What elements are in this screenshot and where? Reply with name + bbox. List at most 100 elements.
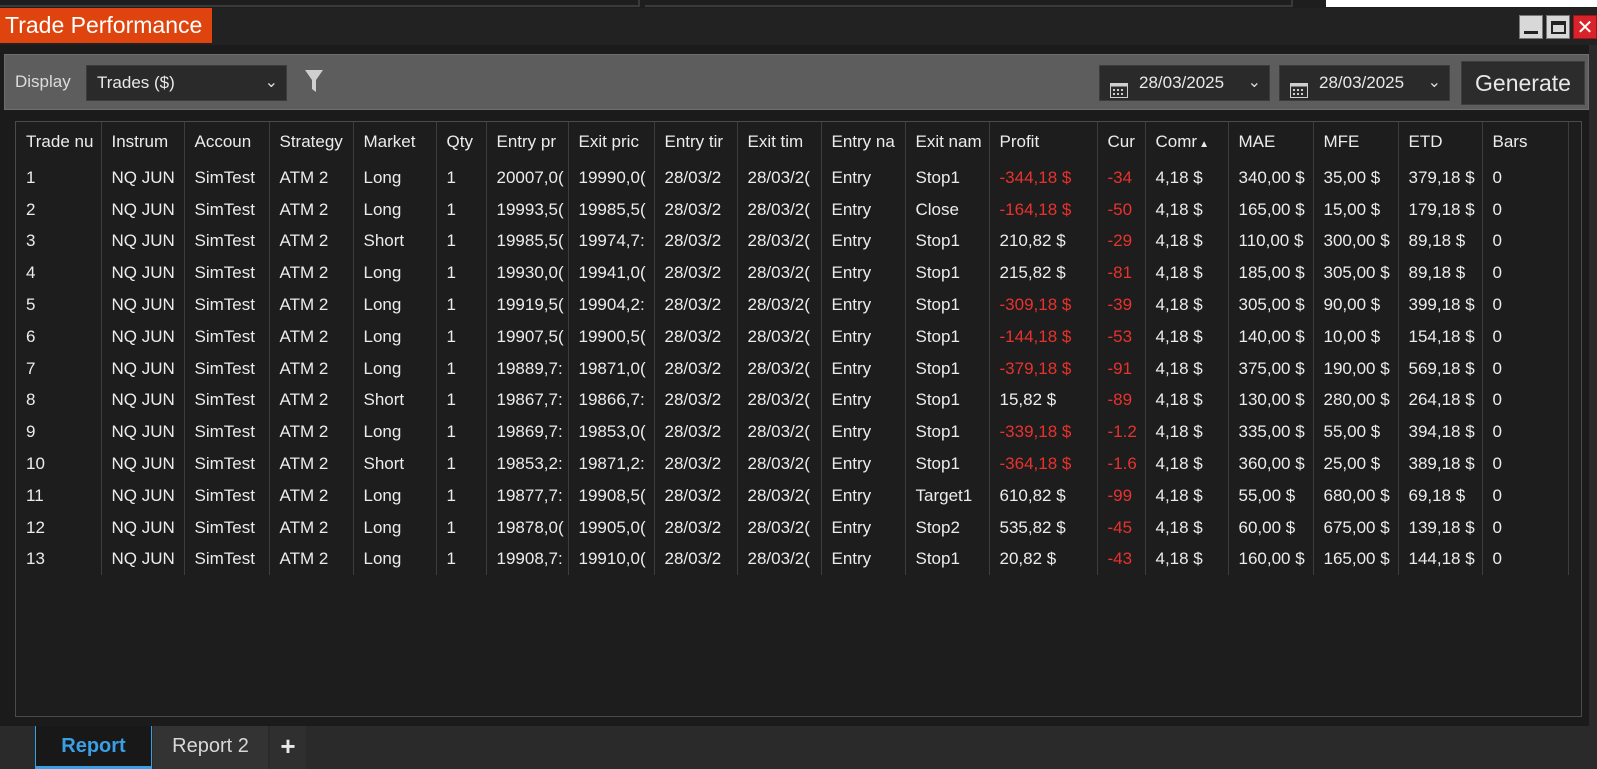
table-row[interactable]: 9 NQ JUN SimTest ATM 2 Long 1 19869,7: 19853,0(… — [16, 416, 1569, 449]
table-cell: 379,18 $ — [1398, 162, 1483, 194]
column-header[interactable]: Entry pr — [486, 122, 569, 162]
table-row[interactable]: 10 NQ JUN SimTest ATM 2 Short 1 19853,2: 19871,… — [16, 448, 1569, 480]
date-from-value: 28/03/2025 — [1139, 73, 1225, 92]
table-cell: 19985,5( — [486, 225, 569, 258]
table-cell: -34 — [1097, 162, 1146, 194]
table-cell: 154,18 $ — [1398, 320, 1483, 353]
trades-table: Trade nu Instrum Accoun Strategy Market Qty En… — [16, 122, 1569, 576]
column-header[interactable]: Qty — [436, 122, 487, 162]
table-cell: Stop1 — [905, 162, 990, 194]
table-cell: SimTest — [184, 384, 270, 417]
table-row[interactable]: 2 NQ JUN SimTest ATM 2 Long 1 19993,5(19985,5(… — [16, 193, 1569, 226]
table-cell: 1 — [436, 193, 487, 226]
table-cell: NQ JUN — [101, 193, 185, 226]
table-cell: 1 — [436, 479, 487, 512]
date-from-picker[interactable]: 28/03/2025 ⌄ — [1099, 65, 1270, 101]
table-cell: 60,00 $ — [1228, 511, 1314, 544]
table-cell: SimTest — [184, 320, 270, 353]
column-header[interactable]: MFE — [1313, 122, 1399, 162]
add-tab-button[interactable]: + — [270, 726, 306, 769]
display-select[interactable]: Trades ($) ⌄ — [86, 65, 287, 101]
column-header[interactable]: Entry tir — [654, 122, 738, 162]
table-cell: Stop1 — [905, 416, 990, 449]
column-header[interactable]: Exit tim — [737, 122, 822, 162]
column-header-label: Instrum — [111, 132, 169, 151]
table-cell: 19853,2: — [486, 448, 569, 480]
table-cell: 0 — [1482, 543, 1569, 576]
table-cell: 0 — [1482, 289, 1569, 321]
column-header[interactable]: Entry na — [821, 122, 906, 162]
table-cell: 5 — [16, 289, 102, 321]
table-cell: 28/03/2 — [654, 384, 738, 417]
table-cell: 89,18 $ — [1398, 257, 1483, 290]
column-header[interactable]: Cur — [1097, 122, 1146, 162]
table-row[interactable]: 6 NQ JUN SimTest ATM 2 Long 1 19907,5(19900,5(… — [16, 320, 1569, 353]
table-cell: NQ JUN — [101, 479, 185, 512]
table-cell: Stop1 — [905, 257, 990, 290]
table-cell: NQ JUN — [101, 384, 185, 417]
column-header[interactable]: Profit — [989, 122, 1098, 162]
table-row[interactable]: 1 NQ JUN SimTest ATM 2 Long 1 20007,0(19990,0(… — [16, 162, 1569, 194]
column-header[interactable]: MAE — [1228, 122, 1314, 162]
table-row[interactable]: 8 NQ JUN SimTest ATM 2 Short 1 19867,7: 19866,7… — [16, 384, 1569, 417]
column-header[interactable]: Exit pric — [568, 122, 655, 162]
table-cell: 20007,0( — [486, 162, 569, 194]
table-cell: ATM 2 — [269, 511, 354, 544]
table-cell: 19941,0( — [568, 257, 655, 290]
table-cell: Long — [353, 511, 437, 544]
table-cell: Target1 — [905, 479, 990, 512]
table-cell: 19908,5( — [568, 479, 655, 512]
table-row[interactable]: 4 NQ JUN SimTest ATM 2 Long 1 19930,0(19941,0(… — [16, 257, 1569, 290]
column-header[interactable]: Bars — [1482, 122, 1569, 162]
table-cell: Stop1 — [905, 352, 990, 385]
tab-report-2[interactable]: Report 2 — [153, 726, 268, 769]
column-header[interactable]: Trade nu — [16, 122, 102, 162]
tab-report[interactable]: Report — [35, 726, 152, 769]
column-header[interactable]: Comr ▲ — [1145, 122, 1229, 162]
table-cell: -379,18 $ — [989, 352, 1098, 385]
table-cell: ATM 2 — [269, 162, 354, 194]
column-header[interactable]: Market — [353, 122, 437, 162]
table-cell: Stop1 — [905, 289, 990, 321]
display-label: Display — [15, 72, 71, 91]
table-cell: SimTest — [184, 543, 270, 576]
table-cell: Stop1 — [905, 448, 990, 480]
table-row[interactable]: 5 NQ JUN SimTest ATM 2 Long 1 19919,5(19904,2:… — [16, 289, 1569, 321]
table-cell: SimTest — [184, 448, 270, 480]
table-row[interactable]: 12 NQ JUN SimTest ATM 2 Long 1 19878,0(19905,0… — [16, 511, 1569, 544]
column-header[interactable]: Exit nam — [905, 122, 990, 162]
date-to-picker[interactable]: 28/03/2025 ⌄ — [1279, 65, 1450, 101]
filter-icon[interactable] — [305, 70, 323, 99]
table-cell: 4,18 $ — [1145, 289, 1229, 321]
table-cell: SimTest — [184, 225, 270, 258]
table-cell: 569,18 $ — [1398, 352, 1483, 385]
table-row[interactable]: 13 NQ JUN SimTest ATM 2 Long 1 19908,7: 19910,0… — [16, 543, 1569, 576]
column-header[interactable]: Strategy — [269, 122, 354, 162]
table-row[interactable]: 11 NQ JUN SimTest ATM 2 Long 1 19877,7: 19908,5… — [16, 479, 1569, 512]
minimize-button[interactable] — [1519, 15, 1543, 39]
table-cell: 28/03/2( — [737, 384, 822, 417]
close-button[interactable]: ✕ — [1573, 15, 1597, 39]
generate-button[interactable]: Generate — [1461, 61, 1585, 105]
table-cell: 185,00 $ — [1228, 257, 1314, 290]
table-cell: Entry — [821, 384, 906, 417]
table-cell: 28/03/2 — [654, 479, 738, 512]
table-cell: 19985,5( — [568, 193, 655, 226]
column-header[interactable]: ETD — [1398, 122, 1483, 162]
trades-grid[interactable]: Trade nu Instrum Accoun Strategy Market Qty En… — [15, 121, 1582, 717]
table-row[interactable]: 7 NQ JUN SimTest ATM 2 Long 1 19889,7: 19871,0(… — [16, 352, 1569, 385]
table-cell: 1 — [436, 543, 487, 576]
column-header-label: Comr — [1155, 132, 1198, 151]
table-cell: 1 — [436, 416, 487, 449]
table-cell: NQ JUN — [101, 543, 185, 576]
table-cell: -309,18 $ — [989, 289, 1098, 321]
title-bar[interactable]: Trade Performance ✕ — [0, 8, 1597, 45]
column-header[interactable]: Accoun — [184, 122, 270, 162]
maximize-button[interactable] — [1546, 15, 1570, 39]
table-cell: 19910,0( — [568, 543, 655, 576]
table-cell: 1 — [436, 352, 487, 385]
column-header[interactable]: Instrum — [101, 122, 185, 162]
table-cell: 12 — [16, 511, 102, 544]
table-row[interactable]: 3 NQ JUN SimTest ATM 2 Short 1 19985,5(19974,7… — [16, 225, 1569, 258]
table-cell: 335,00 $ — [1228, 416, 1314, 449]
